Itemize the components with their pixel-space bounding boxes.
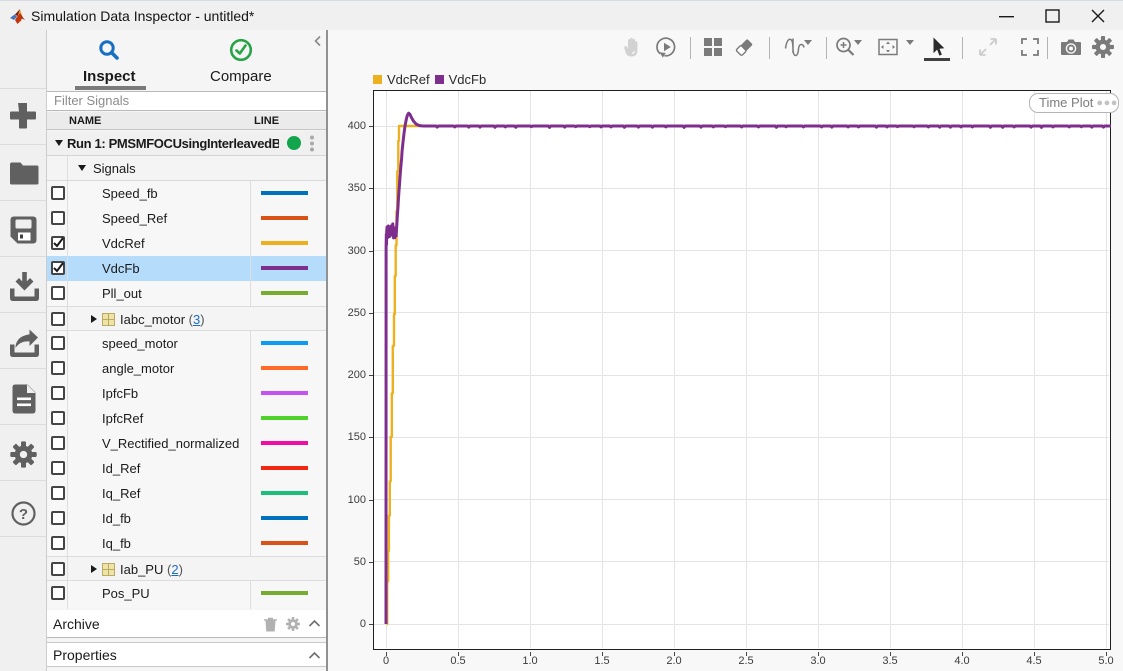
svg-text:?: ? [19, 506, 28, 523]
